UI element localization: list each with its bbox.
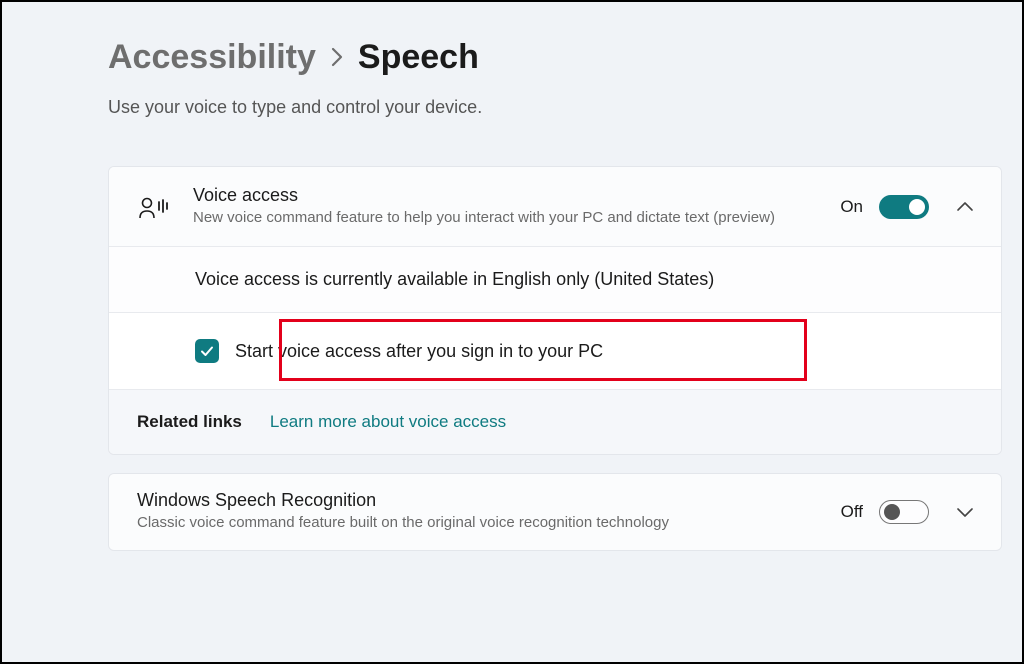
learn-more-link[interactable]: Learn more about voice access (270, 412, 506, 432)
voice-access-toggle[interactable] (879, 195, 929, 219)
voice-access-header[interactable]: Voice access New voice command feature t… (109, 167, 1001, 246)
related-links-row: Related links Learn more about voice acc… (109, 389, 1001, 454)
chevron-right-icon (330, 42, 344, 74)
voice-access-icon (137, 190, 171, 224)
related-links-label: Related links (137, 412, 242, 432)
voice-access-toggle-label: On (840, 197, 863, 217)
voice-access-card: Voice access New voice command feature t… (108, 166, 1002, 455)
start-after-signin-label: Start voice access after you sign in to … (235, 341, 603, 362)
voice-access-availability-note: Voice access is currently available in E… (109, 246, 1001, 312)
page-title: Speech (358, 38, 479, 77)
speech-recognition-toggle[interactable] (879, 500, 929, 524)
breadcrumb-parent[interactable]: Accessibility (108, 38, 316, 77)
chevron-down-icon[interactable] (951, 506, 979, 518)
speech-recognition-title: Windows Speech Recognition (137, 490, 819, 511)
voice-access-title: Voice access (193, 185, 818, 206)
speech-recognition-toggle-label: Off (841, 502, 863, 522)
start-after-signin-row: Start voice access after you sign in to … (109, 312, 1001, 389)
start-after-signin-checkbox[interactable] (195, 339, 219, 363)
speech-recognition-card: Windows Speech Recognition Classic voice… (108, 473, 1002, 550)
breadcrumb: Accessibility Speech (2, 38, 1022, 77)
speech-recognition-header[interactable]: Windows Speech Recognition Classic voice… (109, 474, 1001, 549)
page-subtitle: Use your voice to type and control your … (2, 97, 1022, 118)
speech-recognition-desc: Classic voice command feature built on t… (137, 513, 819, 533)
voice-access-desc: New voice command feature to help you in… (193, 208, 818, 228)
chevron-up-icon[interactable] (951, 201, 979, 213)
